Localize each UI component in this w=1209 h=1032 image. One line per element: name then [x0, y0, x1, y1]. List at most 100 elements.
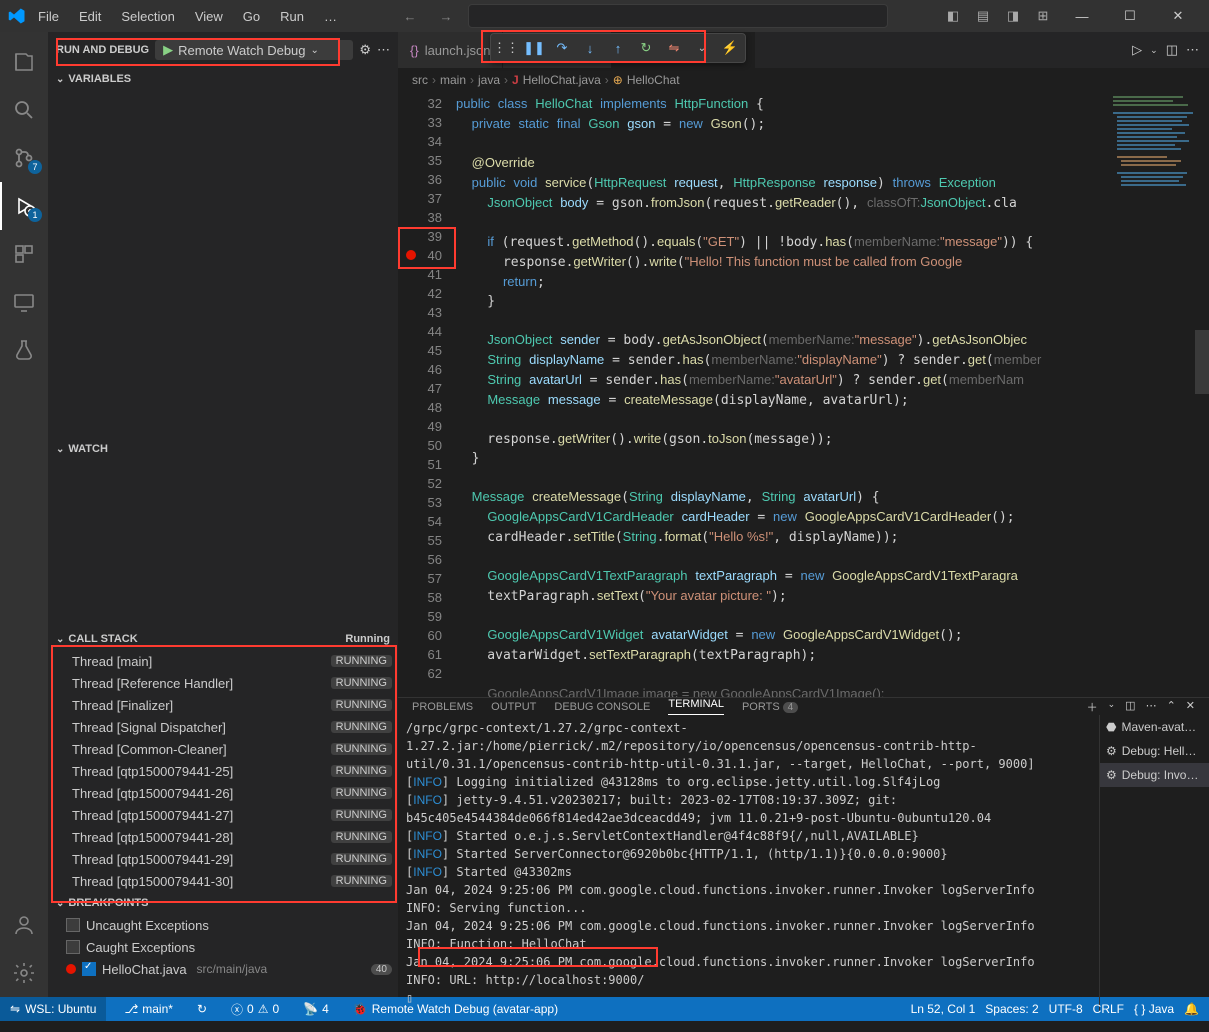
step-over-icon[interactable]: ↷ — [553, 39, 571, 57]
bp-caught[interactable]: Caught Exceptions — [48, 936, 398, 958]
watch-header[interactable]: ⌄WATCH — [48, 438, 398, 460]
activity-explorer-icon[interactable] — [0, 38, 48, 86]
thread-row[interactable]: Thread [Finalizer]RUNNING — [48, 694, 398, 716]
panel-problems[interactable]: PROBLEMS — [412, 701, 473, 713]
menu-run[interactable]: Run — [272, 7, 312, 26]
disconnect-icon[interactable]: ⇋ — [665, 39, 683, 57]
debug-settings-icon[interactable]: ⚙ — [359, 42, 371, 58]
panel-output[interactable]: OUTPUT — [491, 701, 536, 713]
thread-row[interactable]: Thread [main]RUNNING — [48, 650, 398, 672]
activity-extensions-icon[interactable] — [0, 230, 48, 278]
checkbox-icon[interactable] — [82, 962, 96, 976]
activity-settings-icon[interactable] — [0, 949, 48, 997]
eol-status[interactable]: CRLF — [1093, 1002, 1124, 1016]
terminal-list: ⬣Maven-avat… ⚙Debug: Hell… ⚙Debug: Invo… — [1099, 715, 1209, 1011]
activity-remote-icon[interactable] — [0, 278, 48, 326]
thread-row[interactable]: Thread [qtp1500079441-28]RUNNING — [48, 826, 398, 848]
code-editor[interactable]: public class HelloChat implements HttpFu… — [456, 92, 1109, 697]
encoding-status[interactable]: UTF-8 — [1049, 1002, 1083, 1016]
layout-side-icon[interactable]: ◧ — [939, 2, 967, 30]
activity-search-icon[interactable] — [0, 86, 48, 134]
terminal-output[interactable]: /grpc/grpc-context/1.27.2/grpc-context-1… — [398, 715, 1099, 1011]
git-branch[interactable]: ⎇main* — [118, 1002, 179, 1016]
breadcrumbs[interactable]: src› main› java› J HelloChat.java› ⊕ Hel… — [398, 68, 1209, 92]
minimap-slider[interactable] — [1195, 330, 1209, 394]
terminal-debug2[interactable]: ⚙Debug: Invo… — [1100, 763, 1209, 787]
debug-toolbar[interactable]: ⋮⋮ ❚❚ ↷ ↓ ↑ ↻ ⇋ ⌄ ⚡ — [490, 33, 746, 63]
checkbox-icon[interactable] — [66, 918, 80, 932]
debug-chevron-icon[interactable]: ⌄ — [693, 39, 711, 57]
thread-row[interactable]: Thread [Common-Cleaner]RUNNING — [48, 738, 398, 760]
hot-code-icon[interactable]: ⚡ — [721, 39, 739, 57]
panel-ports[interactable]: PORTS4 — [742, 701, 798, 713]
variables-header[interactable]: ⌄VARIABLES — [48, 68, 398, 90]
menu-file[interactable]: File — [30, 7, 67, 26]
restart-icon[interactable]: ↻ — [637, 39, 655, 57]
activity-account-icon[interactable] — [0, 901, 48, 949]
step-out-icon[interactable]: ↑ — [609, 39, 627, 57]
breakpoint-marker[interactable] — [406, 250, 416, 260]
debug-config-label: Remote Watch Debug — [178, 43, 305, 58]
panel-terminal[interactable]: TERMINAL — [668, 698, 724, 715]
problems-status[interactable]: ⓧ0 ⚠0 — [225, 1001, 285, 1018]
split-editor-icon[interactable]: ◫ — [1166, 42, 1178, 58]
nav-forward-icon[interactable]: → — [432, 2, 460, 30]
close-panel-icon[interactable]: ✕ — [1186, 699, 1195, 715]
command-center[interactable] — [468, 4, 888, 28]
bp-uncaught[interactable]: Uncaught Exceptions — [48, 914, 398, 936]
debug-status[interactable]: 🐞Remote Watch Debug (avatar-app) — [347, 1002, 564, 1016]
maximize-panel-icon[interactable]: ⌃ — [1167, 699, 1176, 715]
breakpoints-header[interactable]: ⌄BREAKPOINTS — [48, 892, 398, 914]
activity-debug-icon[interactable]: 1 — [0, 182, 48, 230]
debug-more-icon[interactable]: ⋯ — [377, 42, 390, 58]
tab-more-icon[interactable]: ⋯ — [1186, 42, 1199, 58]
menu-go[interactable]: Go — [235, 7, 268, 26]
step-into-icon[interactable]: ↓ — [581, 39, 599, 57]
thread-row[interactable]: Thread [qtp1500079441-26]RUNNING — [48, 782, 398, 804]
notifications-icon[interactable]: 🔔 — [1184, 1002, 1199, 1016]
lang-status[interactable]: { } Java — [1134, 1002, 1174, 1016]
layout-customize-icon[interactable]: ⊞ — [1029, 2, 1057, 30]
cursor-pos[interactable]: Ln 52, Col 1 — [911, 1002, 976, 1016]
checkbox-icon[interactable] — [66, 940, 80, 954]
new-terminal-icon[interactable]: ＋ — [1087, 699, 1098, 715]
terminal-maven[interactable]: ⬣Maven-avat… — [1100, 715, 1209, 739]
thread-row[interactable]: Thread [qtp1500079441-27]RUNNING — [48, 804, 398, 826]
thread-row[interactable]: Thread [Reference Handler]RUNNING — [48, 672, 398, 694]
ports-status[interactable]: 📡4 — [297, 1002, 335, 1016]
panel-debug-console[interactable]: DEBUG CONSOLE — [554, 701, 650, 713]
menu-view[interactable]: View — [187, 7, 231, 26]
tab-launch-json[interactable]: {}launch.json — [398, 32, 503, 68]
window-close-icon[interactable]: ✕ — [1155, 0, 1201, 32]
run-button-icon[interactable]: ▷ — [1132, 42, 1142, 58]
drag-handle-icon[interactable]: ⋮⋮ — [497, 39, 515, 57]
start-debug-icon[interactable]: ▶ — [163, 42, 173, 58]
debug-config-dropdown[interactable]: ▶ Remote Watch Debug ⌄ — [155, 40, 353, 60]
remote-indicator[interactable]: ⇋WSL: Ubuntu — [0, 997, 106, 1021]
callstack-header[interactable]: ⌄CALL STACKRunning — [48, 628, 398, 650]
debug-sidebar: RUN AND DEBUG ▶ Remote Watch Debug ⌄ ⚙ ⋯… — [48, 32, 398, 997]
terminal-debug1[interactable]: ⚙Debug: Hell… — [1100, 739, 1209, 763]
thread-row[interactable]: Thread [qtp1500079441-25]RUNNING — [48, 760, 398, 782]
indent-status[interactable]: Spaces: 2 — [985, 1002, 1038, 1016]
menu-more[interactable]: … — [316, 7, 345, 26]
layout-right-icon[interactable]: ◨ — [999, 2, 1027, 30]
pause-icon[interactable]: ❚❚ — [525, 39, 543, 57]
sync-button[interactable]: ↻ — [191, 1002, 213, 1016]
thread-row[interactable]: Thread [Signal Dispatcher]RUNNING — [48, 716, 398, 738]
split-terminal-icon[interactable]: ◫ — [1125, 699, 1135, 715]
activity-scm-icon[interactable]: 7 — [0, 134, 48, 182]
thread-row[interactable]: Thread [qtp1500079441-29]RUNNING — [48, 848, 398, 870]
menu-edit[interactable]: Edit — [71, 7, 109, 26]
window-maximize-icon[interactable]: ☐ — [1107, 0, 1153, 32]
window-minimize-icon[interactable]: — — [1059, 0, 1105, 32]
activity-testing-icon[interactable] — [0, 326, 48, 374]
layout-panel-icon[interactable]: ▤ — [969, 2, 997, 30]
nav-back-icon[interactable]: ← — [396, 2, 424, 30]
kill-terminal-icon[interactable]: ⋯ — [1146, 699, 1157, 715]
line-gutter[interactable]: 3233343536373839404142434445464748495051… — [398, 92, 456, 697]
menu-selection[interactable]: Selection — [113, 7, 182, 26]
bp-file[interactable]: HelloChat.javasrc/main/java40 — [48, 958, 398, 980]
thread-row[interactable]: Thread [qtp1500079441-30]RUNNING — [48, 870, 398, 892]
minimap[interactable] — [1109, 92, 1209, 697]
